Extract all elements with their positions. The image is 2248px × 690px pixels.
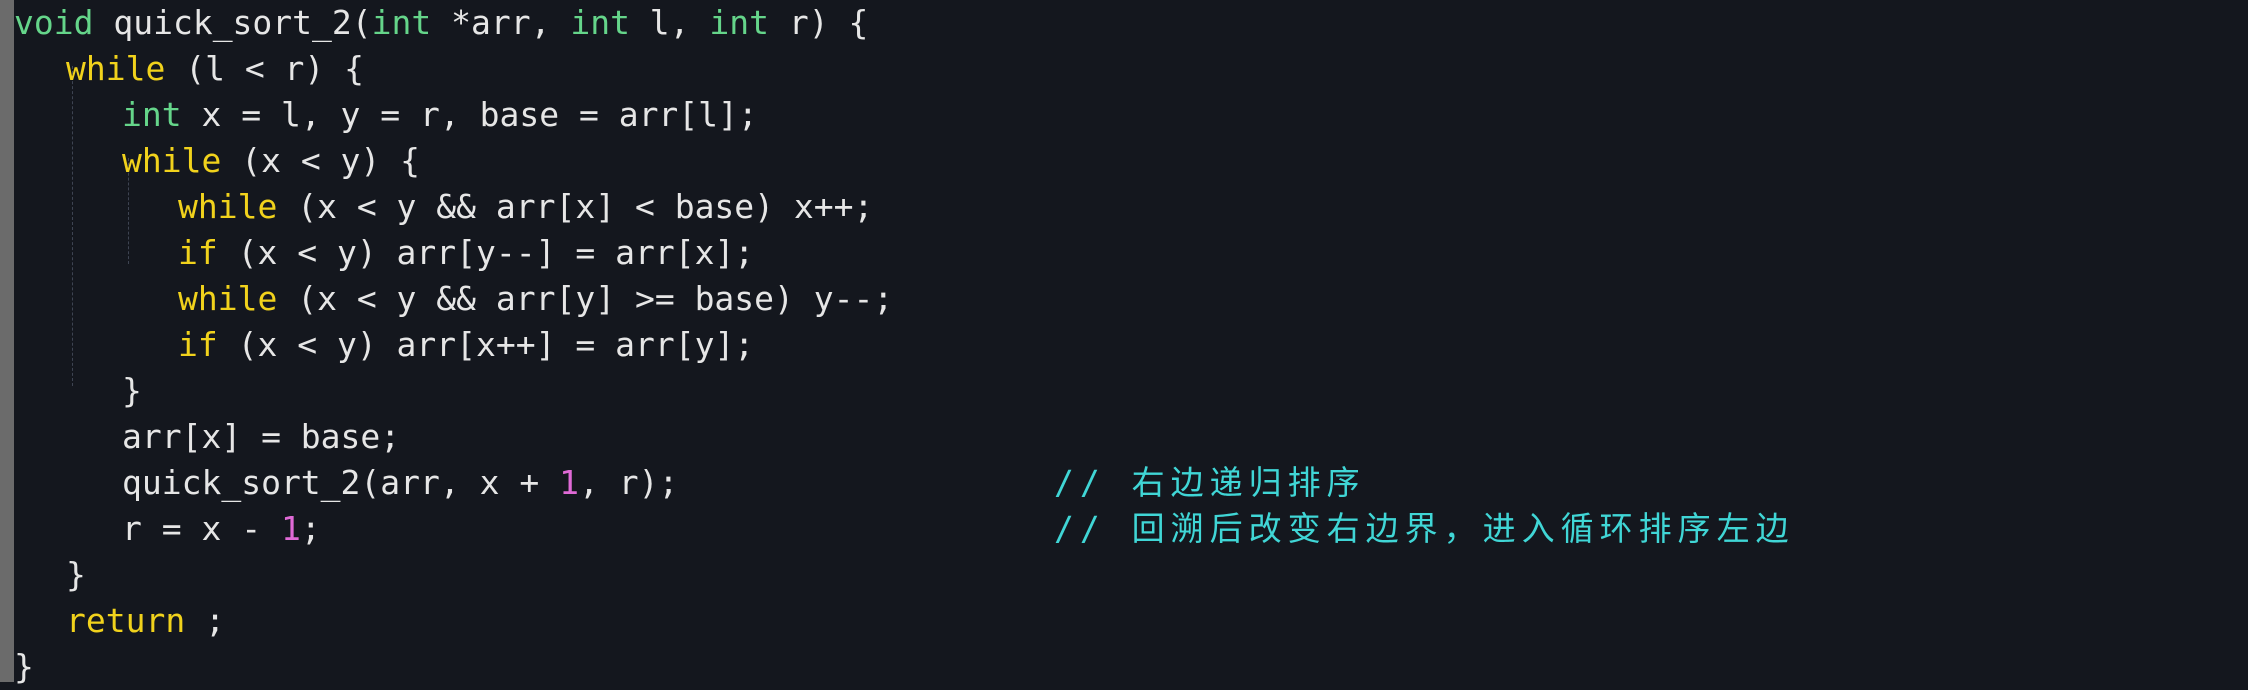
code-line-14: return ; bbox=[14, 598, 893, 644]
code-line-15: } bbox=[14, 644, 893, 690]
code-text: } bbox=[14, 647, 34, 686]
code-line-8: if (x < y) arr[x++] = arr[y]; bbox=[14, 322, 893, 368]
number-literal: 1 bbox=[559, 463, 579, 502]
code-text: , r); bbox=[578, 463, 679, 502]
code-line-12: r = x - 1;// 回溯后改变右边界，进入循环排序左边 bbox=[14, 506, 1789, 552]
code-text: (l < r) { bbox=[165, 49, 365, 88]
keyword-while: while bbox=[122, 141, 222, 180]
code-text: quick_sort_2( bbox=[93, 3, 372, 42]
keyword-while: while bbox=[178, 279, 278, 318]
keyword-while: while bbox=[178, 187, 278, 226]
number-literal: 1 bbox=[280, 509, 301, 548]
keyword-while: while bbox=[66, 49, 166, 88]
code-area[interactable]: void quick_sort_2(int *arr, int l, int r… bbox=[14, 0, 1789, 690]
code-text: r) { bbox=[769, 3, 869, 42]
keyword-if: if bbox=[178, 325, 218, 364]
code-text: (x < y) { bbox=[221, 141, 421, 180]
keyword-int: int bbox=[122, 95, 182, 134]
code-text: ; bbox=[185, 601, 225, 640]
keyword-int: int bbox=[570, 3, 630, 42]
code-line-9: } bbox=[14, 368, 893, 414]
code-line-4: while (x < y) { bbox=[14, 138, 893, 184]
code-text: (x < y && arr[x] < base) x++; bbox=[277, 187, 874, 226]
code-comment: // 右边递归排序 bbox=[1054, 463, 1366, 502]
code-text: (x < y && arr[y] >= base) y--; bbox=[277, 279, 894, 318]
code-text: } bbox=[66, 555, 86, 594]
editor-gutter bbox=[0, 0, 14, 682]
keyword-void: void bbox=[14, 3, 94, 42]
code-text: x = l, y = r, base = arr[l]; bbox=[181, 95, 758, 134]
code-line-10: arr[x] = base; bbox=[14, 414, 893, 460]
code-text: l, bbox=[629, 3, 710, 42]
code-text: ; bbox=[300, 509, 321, 548]
code-text: } bbox=[122, 371, 142, 410]
code-line-5: while (x < y && arr[x] < base) x++; bbox=[14, 184, 893, 230]
code-text: (x < y) arr[y--] = arr[x]; bbox=[217, 233, 755, 272]
code-line-2: while (l < r) { bbox=[14, 46, 893, 92]
keyword-if: if bbox=[178, 233, 218, 272]
code-text: quick_sort_2(arr, x + bbox=[122, 463, 560, 502]
code-text: arr[x] = base; bbox=[122, 417, 401, 456]
keyword-int: int bbox=[709, 3, 770, 42]
code-line-7: while (x < y && arr[y] >= base) y--; bbox=[14, 276, 893, 322]
keyword-int: int bbox=[371, 3, 432, 42]
code-line-3: int x = l, y = r, base = arr[l]; bbox=[14, 92, 893, 138]
code-line-13: } bbox=[14, 552, 893, 598]
code-text: r = x - bbox=[122, 509, 281, 548]
code-line-1: void quick_sort_2(int *arr, int l, int r… bbox=[14, 0, 893, 46]
code-line-11: quick_sort_2(arr, x + 1, r);// 右边递归排序 bbox=[14, 460, 1360, 506]
code-comment: // 回溯后改变右边界，进入循环排序左边 bbox=[1054, 509, 1795, 548]
code-text: (x < y) arr[x++] = arr[y]; bbox=[217, 325, 755, 364]
code-text: *arr, bbox=[431, 3, 571, 42]
code-line-6: if (x < y) arr[y--] = arr[x]; bbox=[14, 230, 893, 276]
code-editor[interactable]: void quick_sort_2(int *arr, int l, int r… bbox=[0, 0, 2248, 686]
keyword-return: return bbox=[66, 601, 186, 640]
